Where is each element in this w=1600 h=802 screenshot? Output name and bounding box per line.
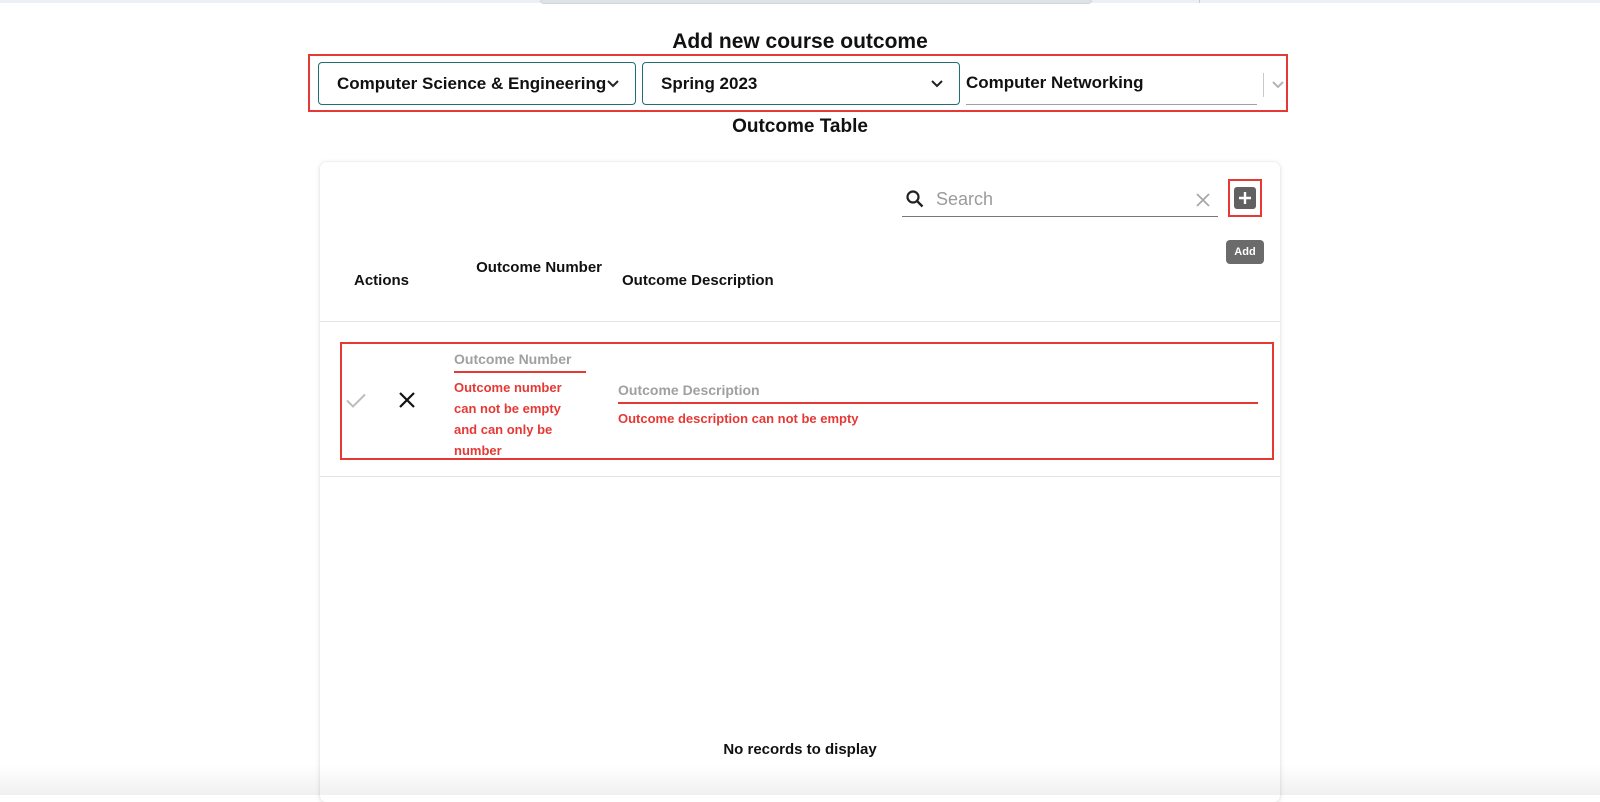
- outcome-number-field: Outcome number can not be empty and can …: [454, 347, 586, 461]
- department-select[interactable]: Computer Science & Engineering: [318, 62, 636, 105]
- term-select-value: Spring 2023: [661, 73, 758, 93]
- search-icon: [906, 190, 924, 208]
- plus-icon: [1234, 187, 1256, 209]
- close-icon[interactable]: [395, 388, 419, 412]
- header-outcome-description[interactable]: Outcome Description: [622, 268, 774, 294]
- section-title: Outcome Table: [732, 116, 868, 137]
- table-header: Actions Outcome Number Outcome Descripti…: [320, 242, 1280, 322]
- header-outcome-number[interactable]: Outcome Number: [470, 255, 602, 281]
- outcome-number-input[interactable]: [454, 347, 586, 373]
- course-select-separator: [1263, 73, 1264, 97]
- page-title: Add new course outcome: [672, 30, 928, 53]
- outcome-description-input[interactable]: [618, 378, 1258, 404]
- selector-row: Computer Science & Engineering Spring 20…: [308, 54, 1288, 112]
- add-button[interactable]: [1228, 179, 1262, 217]
- header-actions: Actions: [354, 272, 410, 289]
- term-select[interactable]: Spring 2023: [642, 62, 960, 105]
- top-divider: [1199, 0, 1200, 3]
- chevron-down-icon[interactable]: [1270, 76, 1286, 92]
- department-select-value: Computer Science & Engineering: [337, 73, 607, 93]
- new-outcome-row: Outcome number can not be empty and can …: [340, 342, 1274, 460]
- search-field: [902, 182, 1218, 217]
- outcome-description-error: Outcome description can not be empty: [618, 411, 859, 426]
- outcome-table: Add Actions Outcome Number Outcome Descr…: [320, 162, 1280, 802]
- browser-top-strip: [0, 0, 1600, 4]
- empty-message: No records to display: [723, 741, 877, 758]
- search-input[interactable]: [934, 184, 1174, 214]
- outcome-number-error: Outcome number can not be empty and can …: [454, 380, 562, 458]
- check-icon[interactable]: [344, 388, 368, 412]
- course-select[interactable]: Computer Networking: [966, 62, 1286, 105]
- clear-icon[interactable]: [1194, 191, 1212, 209]
- course-select-value: Computer Networking: [966, 62, 1257, 105]
- top-tab-pill: [540, 0, 1092, 4]
- chevron-down-icon: [931, 80, 943, 88]
- chevron-down-icon: [607, 80, 619, 88]
- outcome-description-field: Outcome description can not be empty: [618, 378, 1258, 429]
